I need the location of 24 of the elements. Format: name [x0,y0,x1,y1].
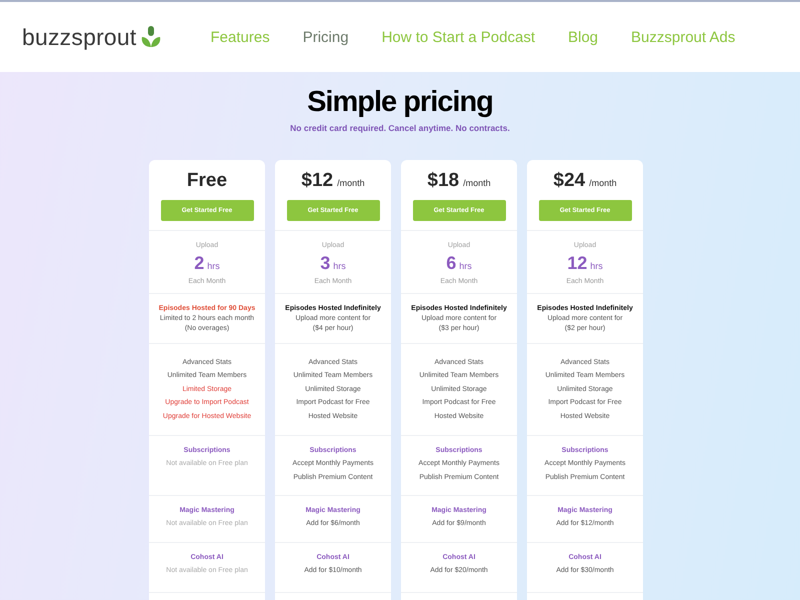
nav-link[interactable]: Blog [568,28,598,46]
page-title: Simple pricing [307,86,493,119]
subtitle: No credit card required. Cancel anytime. No contracts. [290,123,510,133]
price-period: /month [589,178,617,188]
nav-link[interactable]: Pricing [302,28,349,46]
plan-price: Free [186,170,228,192]
upload-unit: hrs [207,261,220,271]
nav-link[interactable]: Features [210,28,270,46]
logo-text[interactable]: buzzsprout [22,24,137,50]
price-period: /month [463,178,491,188]
upload-amount: 2 [194,253,204,274]
plan-price: $18 [427,170,460,192]
plan-price: $12 [301,170,334,192]
upload-unit: hrs [590,261,603,271]
nav-link[interactable]: Buzzsprout Ads [631,28,736,46]
upload-amount: 6 [446,253,456,274]
upload-unit: hrs [333,261,346,271]
upload-unit: hrs [459,261,472,271]
sprout-logo-icon [140,26,161,48]
upload-amount: 3 [320,253,330,274]
plan-price: $24 [553,170,586,192]
price-period: /month [337,178,365,188]
upload-amount: 12 [567,253,588,274]
nav-link[interactable]: How to Start a Podcast [382,28,535,46]
